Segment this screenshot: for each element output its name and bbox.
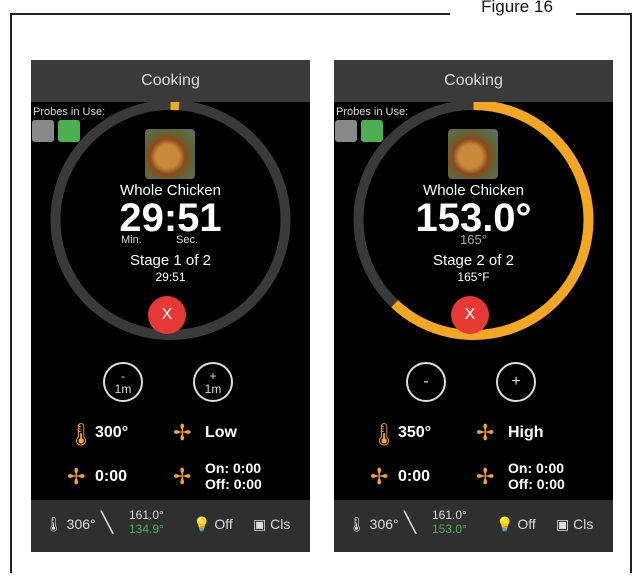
fan-icon: ✢ [173,420,192,445]
cancel-button[interactable]: X [451,296,489,334]
probes-label: Probes in Use: [336,106,409,118]
light-status[interactable]: 💡 Off [193,516,233,533]
door-status: ▣ Cls [253,516,291,532]
unit-sec-label: Sec. [176,234,199,246]
fan-speed-setting[interactable]: High [508,424,544,442]
probe-target-temp: 134.9° [129,522,164,536]
probe-target-temp: 153.0° [432,522,467,536]
thermometer-icon: 🌡 [370,422,398,447]
fan-timer-icon: ✢ [370,464,389,489]
probe-1-icon[interactable] [335,120,357,142]
fan-timer-icon: ✢ [67,464,86,489]
fan-cycle-values[interactable]: On: 0:00 Off: 0:00 [508,460,565,492]
probe-1-icon[interactable] [32,120,54,142]
food-image [145,129,195,179]
target-temperature: 165° [460,232,487,247]
probe-current-temp: 161.0° [129,508,164,522]
status-footer: 🌡 306° ╲ 161.0° 134.9° 💡 Off ▣ Cls [31,500,310,552]
figure-frame-top-left [10,13,450,15]
increase-temp-button[interactable]: + [496,362,536,402]
figure-frame-left [10,13,12,573]
increase-sign: + [209,369,217,383]
fan-cycle-icon: ✢ [173,464,192,489]
figure-frame-top-right [576,13,632,15]
probe-readings: 161.0° 153.0° [432,508,467,536]
door-status: ▣ Cls [556,516,594,532]
screen-header: Cooking [31,60,310,102]
figure-title: Figure 16 [481,0,553,16]
stage-label: Stage 1 of 2 [130,252,211,269]
figure-frame-right [630,13,632,573]
increase-time-button[interactable]: + 1m [193,362,233,402]
probe-2-icon[interactable] [58,120,80,142]
oven-temp-status: 🌡 306° [348,516,399,532]
time-remaining: 29:51 [119,196,222,240]
fan-timer-value[interactable]: 0:00 [95,468,127,486]
probe-readings: 161.0° 134.9° [129,508,164,536]
cancel-button[interactable]: X [148,296,186,334]
fan-on-time: On: 0:00 [508,460,565,476]
oven-temp-status: 🌡 306° [45,516,96,532]
stage-label: Stage 2 of 2 [433,252,514,269]
status-footer: 🌡 306° ╲ 161.0° 153.0° 💡 Off ▣ Cls [334,500,613,552]
probe-2-icon[interactable] [361,120,383,142]
decrease-sign: - [121,369,125,383]
increase-amount: 1m [204,382,222,396]
decrease-time-button[interactable]: - 1m [103,362,143,402]
thermometer-icon: 🌡 [67,422,95,447]
fan-icon: ✢ [476,420,495,445]
decrease-amount: 1m [114,382,132,396]
fan-off-time: Off: 0:00 [508,476,565,492]
stage-sub-value: 29:51 [155,270,186,284]
probe-current-temp: 161.0° [432,508,467,522]
fan-cycle-icon: ✢ [476,464,495,489]
probe-icon: ╲ [404,512,417,534]
fan-speed-setting[interactable]: Low [205,424,237,442]
cooking-screen-stage-1: Cooking Probes in Use: Whole Chicken 29:… [31,60,310,552]
oven-temp-setting[interactable]: 300° [95,424,128,442]
fan-on-time: On: 0:00 [205,460,262,476]
light-status[interactable]: 💡 Off [496,516,536,533]
cooking-screen-stage-2: Cooking Probes in Use: Whole Chicken 153… [334,60,613,552]
fan-off-time: Off: 0:00 [205,476,262,492]
unit-min-label: Min. [121,234,142,246]
stage-sub-value: 165°F [457,270,490,284]
probe-icon: ╲ [101,512,114,534]
decrease-temp-button[interactable]: - [406,362,446,402]
fan-cycle-values[interactable]: On: 0:00 Off: 0:00 [205,460,262,492]
oven-temp-setting[interactable]: 350° [398,424,431,442]
screen-header: Cooking [334,60,613,102]
probes-label: Probes in Use: [33,106,106,118]
fan-timer-value[interactable]: 0:00 [398,468,430,486]
food-image [448,129,498,179]
